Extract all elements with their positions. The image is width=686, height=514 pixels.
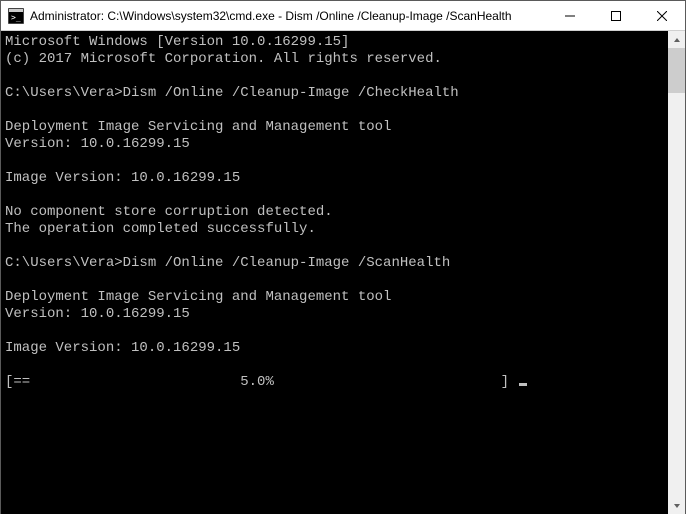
titlebar-text: Administrator: C:\Windows\system32\cmd.e… xyxy=(30,9,547,23)
terminal-line xyxy=(5,102,668,119)
terminal-output[interactable]: Microsoft Windows [Version 10.0.16299.15… xyxy=(1,31,668,514)
scroll-up-button[interactable] xyxy=(668,31,685,48)
terminal-line: Image Version: 10.0.16299.15 xyxy=(5,170,668,187)
vertical-scrollbar[interactable] xyxy=(668,31,685,514)
scrollbar-track[interactable] xyxy=(668,48,685,497)
terminal-line xyxy=(5,187,668,204)
terminal-line: The operation completed successfully. xyxy=(5,221,668,238)
svg-text:>_: >_ xyxy=(11,13,21,22)
terminal-line: Image Version: 10.0.16299.15 xyxy=(5,340,668,357)
window-controls xyxy=(547,1,685,30)
terminal-line: C:\Users\Vera>Dism /Online /Cleanup-Imag… xyxy=(5,85,668,102)
cursor xyxy=(519,383,527,386)
terminal-line xyxy=(5,153,668,170)
close-button[interactable] xyxy=(639,1,685,30)
terminal-line: Version: 10.0.16299.15 xyxy=(5,136,668,153)
terminal-line: Deployment Image Servicing and Managemen… xyxy=(5,119,668,136)
progress-line: [== 5.0% ] xyxy=(5,374,668,391)
terminal-line: Deployment Image Servicing and Managemen… xyxy=(5,289,668,306)
cmd-icon: >_ xyxy=(8,8,24,24)
scroll-down-button[interactable] xyxy=(668,497,685,514)
terminal-line: C:\Users\Vera>Dism /Online /Cleanup-Imag… xyxy=(5,255,668,272)
scrollbar-thumb[interactable] xyxy=(668,48,685,93)
terminal-line: Version: 10.0.16299.15 xyxy=(5,306,668,323)
minimize-button[interactable] xyxy=(547,1,593,30)
terminal-line: Microsoft Windows [Version 10.0.16299.15… xyxy=(5,34,668,51)
terminal-line xyxy=(5,68,668,85)
terminal-line xyxy=(5,238,668,255)
maximize-button[interactable] xyxy=(593,1,639,30)
terminal-line xyxy=(5,272,668,289)
terminal-line: (c) 2017 Microsoft Corporation. All righ… xyxy=(5,51,668,68)
terminal-line xyxy=(5,323,668,340)
terminal-line: No component store corruption detected. xyxy=(5,204,668,221)
terminal-line xyxy=(5,357,668,374)
content-area: Microsoft Windows [Version 10.0.16299.15… xyxy=(1,31,685,514)
titlebar[interactable]: >_ Administrator: C:\Windows\system32\cm… xyxy=(1,1,685,31)
